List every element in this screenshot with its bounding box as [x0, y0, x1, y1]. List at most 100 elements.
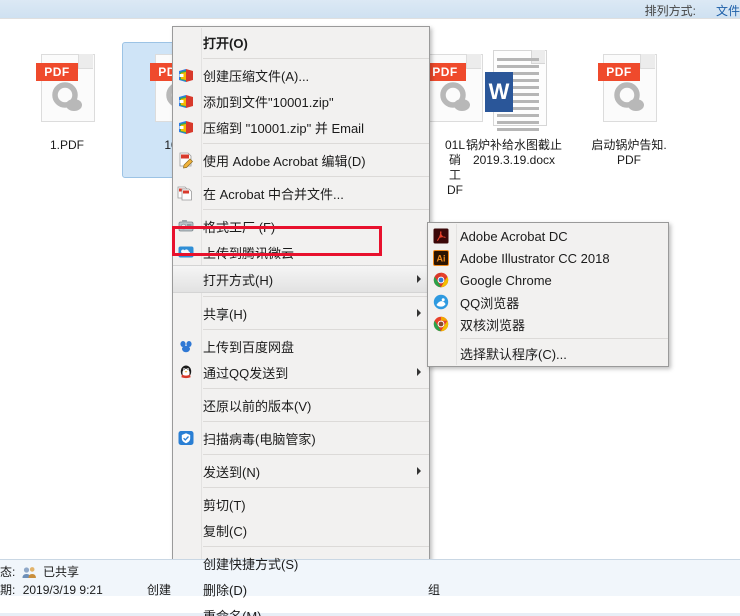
menu-separator: [203, 487, 429, 488]
menu-separator: [203, 454, 429, 455]
shared-status-row: 态: 已共享: [0, 563, 79, 582]
menu-item-delete[interactable]: 删除(D): [173, 576, 429, 602]
menu-item-format-factory[interactable]: 格式工厂 (F): [173, 213, 429, 239]
menu-item-upload-baidu-netdisk[interactable]: 上传到百度网盘: [173, 333, 429, 359]
menu-item-label: 复制(C): [203, 523, 248, 539]
chevron-right-icon: [417, 368, 421, 376]
acrobat-combine-icon: [177, 184, 195, 202]
menu-item-label: 扫描病毒(电脑管家): [203, 431, 316, 447]
date-label: 期:: [0, 583, 16, 597]
shared-status-label: 态:: [0, 565, 16, 579]
menu-item-open[interactable]: 打开(O): [173, 29, 429, 55]
dualcore-browser-icon: [433, 316, 449, 332]
menu-separator: [203, 58, 429, 59]
qq-browser-icon: [433, 294, 449, 310]
file-item[interactable]: PDF 启动锅炉告知. PDF: [570, 42, 688, 168]
chevron-right-icon: [417, 309, 421, 317]
menu-item-edit-with-acrobat[interactable]: 使用 Adobe Acrobat 编辑(D): [173, 147, 429, 173]
svg-text:Ai: Ai: [437, 254, 446, 264]
submenu-item-label: QQ浏览器: [460, 295, 520, 311]
menu-separator: [203, 421, 429, 422]
chevron-right-icon: [417, 467, 421, 475]
foxit-q-icon: [614, 82, 644, 111]
winrar-icon: [177, 66, 195, 84]
file-item[interactable]: PDF 1.PDF: [8, 42, 126, 153]
menu-item-combine-in-acrobat[interactable]: 在 Acrobat 中合并文件...: [173, 180, 429, 206]
shared-status-value: 已共享: [43, 565, 80, 579]
menu-item-scan-virus[interactable]: 扫描病毒(电脑管家): [173, 425, 429, 451]
shared-users-icon: [22, 566, 37, 582]
menu-item-label: 压缩到 "10001.zip" 并 Email: [203, 120, 364, 136]
menu-item-label: 创建压缩文件(A)...: [203, 68, 310, 84]
submenu-item-label: 选择默认程序(C)...: [460, 346, 567, 362]
menu-item-label: 在 Acrobat 中合并文件...: [203, 186, 344, 202]
foxit-q-icon: [52, 82, 82, 111]
context-menu[interactable]: 打开(O) 创建压缩文件(A)... 添加到文件"10001.zip" 压缩到 …: [172, 26, 430, 616]
menu-item-upload-weiyun[interactable]: 上传到腾讯微云: [173, 239, 429, 265]
date-value: 2019/3/19 9:21: [22, 583, 103, 597]
winrar-icon: [177, 118, 195, 136]
submenu-item-adobe-illustrator[interactable]: Ai Adobe Illustrator CC 2018: [428, 247, 668, 269]
submenu-item-adobe-acrobat-dc[interactable]: Adobe Acrobat DC: [428, 225, 668, 247]
menu-separator: [203, 388, 429, 389]
menu-item-add-to-archive[interactable]: 添加到文件"10001.zip": [173, 88, 429, 114]
acrobat-edit-icon: [177, 151, 195, 169]
menu-item-label: 创建快捷方式(S): [203, 556, 299, 572]
menu-item-compress-email[interactable]: 压缩到 "10001.zip" 并 Email: [173, 114, 429, 140]
arrange-by-label: 排列方式:: [644, 4, 696, 18]
pdf-file-icon: PDF: [36, 54, 95, 122]
menu-item-label: 添加到文件"10001.zip": [203, 94, 334, 110]
menu-item-restore-previous-versions[interactable]: 还原以前的版本(V): [173, 392, 429, 418]
submenu-item-label: Adobe Illustrator CC 2018: [460, 250, 610, 266]
menu-item-label: 通过QQ发送到: [203, 365, 289, 381]
menu-item-label: 重命名(M): [203, 608, 262, 616]
word-w-badge: W: [485, 72, 513, 112]
menu-item-label: 格式工厂 (F): [203, 219, 276, 235]
word-file-icon: W: [485, 50, 547, 131]
file-icon: PDF: [8, 42, 126, 138]
submenu-separator: [460, 338, 668, 339]
menu-item-create-shortcut[interactable]: 创建快捷方式(S): [173, 550, 429, 576]
menu-item-rename[interactable]: 重命名(M): [173, 602, 429, 616]
qq-icon: [177, 363, 195, 381]
format-factory-icon: [177, 217, 195, 235]
window-top-band: [0, 0, 740, 18]
submenu-item-google-chrome[interactable]: Google Chrome: [428, 269, 668, 291]
menu-separator: [203, 546, 429, 547]
submenu-item-choose-default-program[interactable]: 选择默认程序(C)...: [428, 342, 668, 364]
submenu-item-label: 双核浏览器: [460, 317, 526, 333]
menu-item-label: 删除(D): [203, 582, 248, 598]
illustrator-icon: Ai: [433, 250, 449, 266]
menu-item-send-via-qq[interactable]: 通过QQ发送到: [173, 359, 429, 385]
weiyun-icon: [177, 243, 195, 261]
submenu-item-label: Google Chrome: [460, 272, 552, 288]
arrange-by-value[interactable]: 文件: [716, 2, 740, 19]
menu-separator: [203, 176, 429, 177]
menu-item-label: 打开方式(H): [203, 272, 274, 288]
menu-item-label: 剪切(T): [203, 497, 246, 513]
winrar-icon: [177, 92, 195, 110]
menu-item-copy[interactable]: 复制(C): [173, 517, 429, 543]
file-item[interactable]: W 锅炉补给水图截止 2019.3.19.docx: [455, 42, 573, 168]
file-name-label: 锅炉补给水图截止 2019.3.19.docx: [465, 138, 562, 167]
menu-item-share[interactable]: 共享(H): [173, 300, 429, 326]
pdf-file-icon: PDF: [598, 54, 657, 122]
menu-item-label: 上传到百度网盘: [203, 339, 295, 355]
explorer-window: 排列方式: 文件 PDF 1.PDF PDF PDF 01L 硝 工 DF W …: [0, 0, 740, 616]
menu-item-send-to[interactable]: 发送到(N): [173, 458, 429, 484]
menu-separator: [203, 209, 429, 210]
menu-separator: [203, 143, 429, 144]
submenu-item-qq-browser[interactable]: QQ浏览器: [428, 291, 668, 313]
menu-item-label: 打开(O): [203, 35, 248, 51]
menu-item-cut[interactable]: 剪切(T): [173, 491, 429, 517]
chevron-right-icon: [417, 275, 421, 283]
submenu-item-dualcore-browser[interactable]: 双核浏览器: [428, 313, 668, 335]
menu-item-label: 还原以前的版本(V): [203, 398, 312, 414]
menu-item-label: 共享(H): [203, 306, 248, 322]
menu-separator: [203, 296, 429, 297]
open-with-submenu[interactable]: Adobe Acrobat DC Ai Adobe Illustrator CC…: [427, 222, 669, 367]
menu-separator: [203, 329, 429, 330]
menu-item-open-with[interactable]: 打开方式(H): [173, 265, 429, 293]
menu-item-create-archive[interactable]: 创建压缩文件(A)...: [173, 62, 429, 88]
menu-item-label: 发送到(N): [203, 464, 261, 480]
